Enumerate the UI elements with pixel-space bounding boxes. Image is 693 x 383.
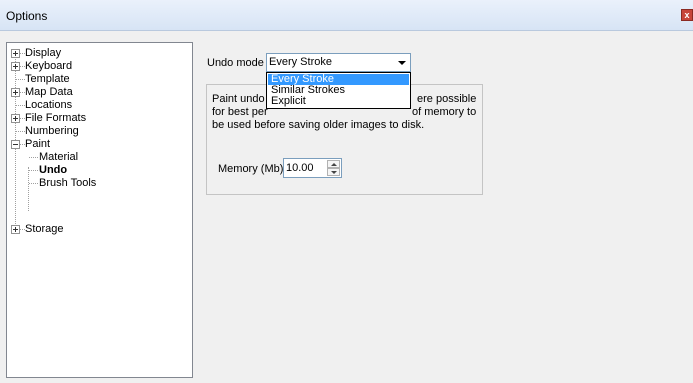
description-text: for best per	[212, 106, 268, 118]
tree-item-map-data[interactable]: Map Data	[7, 86, 187, 99]
tree-label: File Formats	[25, 112, 87, 124]
expand-plus-icon[interactable]	[11, 62, 20, 71]
expand-plus-icon[interactable]	[11, 225, 20, 234]
collapse-minus-icon[interactable]	[11, 140, 20, 149]
memory-stepper[interactable]	[327, 160, 340, 176]
tree-label: Locations	[25, 99, 73, 111]
expand-plus-icon[interactable]	[11, 49, 20, 58]
tree-label: Material	[39, 151, 79, 163]
undo-mode-value: Every Stroke	[269, 56, 332, 68]
tree-item-template[interactable]: Template	[7, 73, 187, 86]
close-button[interactable]: x	[681, 9, 693, 21]
title-bar: Options x	[0, 0, 693, 31]
window-title: Options	[6, 9, 48, 23]
description-text: of memory to	[412, 106, 477, 118]
memory-spinner[interactable]: 10.00	[283, 158, 342, 178]
tree-item-material[interactable]: Material	[7, 151, 187, 164]
tree-label-selected: Undo	[39, 164, 68, 176]
spin-down-icon[interactable]	[327, 168, 340, 176]
tree-label: Map Data	[25, 86, 73, 98]
description-text: Paint undo	[212, 93, 265, 105]
tree-label: Numbering	[25, 125, 79, 137]
undo-mode-label: Undo mode	[207, 57, 264, 69]
tree-item-file-formats[interactable]: File Formats	[7, 112, 187, 125]
close-icon: x	[684, 10, 690, 20]
undo-mode-dropdown-list[interactable]: Every Stroke Similar Strokes Explicit	[266, 72, 411, 109]
tree-item-locations[interactable]: Locations	[7, 99, 187, 112]
chevron-down-icon[interactable]	[398, 61, 406, 65]
tree-item-paint[interactable]: Paint	[7, 138, 187, 151]
tree-label: Brush Tools	[39, 177, 97, 189]
tree-item-keyboard[interactable]: Keyboard	[7, 60, 187, 73]
option-explicit[interactable]: Explicit	[268, 96, 409, 107]
expand-plus-icon[interactable]	[11, 88, 20, 97]
spin-up-icon[interactable]	[327, 160, 340, 168]
tree-label: Paint	[25, 138, 51, 150]
tree-item-numbering[interactable]: Numbering	[7, 125, 187, 138]
description-text: ere possible	[417, 93, 477, 105]
tree-item-display[interactable]: Display	[7, 47, 187, 60]
options-tree[interactable]: Display Keyboard Template Map Data Locat…	[6, 42, 193, 378]
tree-label: Keyboard	[25, 60, 73, 72]
tree-item-storage[interactable]: Storage	[7, 223, 187, 236]
tree-item-brush-tools[interactable]: Brush Tools	[7, 177, 187, 190]
memory-label: Memory (Mb)	[218, 163, 284, 175]
tree-label: Display	[25, 47, 62, 59]
tree-label: Storage	[25, 223, 64, 235]
tree-item-undo[interactable]: Undo	[7, 164, 187, 177]
tree-label: Template	[25, 73, 70, 85]
undo-mode-select[interactable]: Every Stroke	[266, 53, 411, 72]
expand-plus-icon[interactable]	[11, 114, 20, 123]
memory-value: 10.00	[286, 162, 314, 174]
description-text: be used before saving older images to di…	[212, 119, 425, 131]
